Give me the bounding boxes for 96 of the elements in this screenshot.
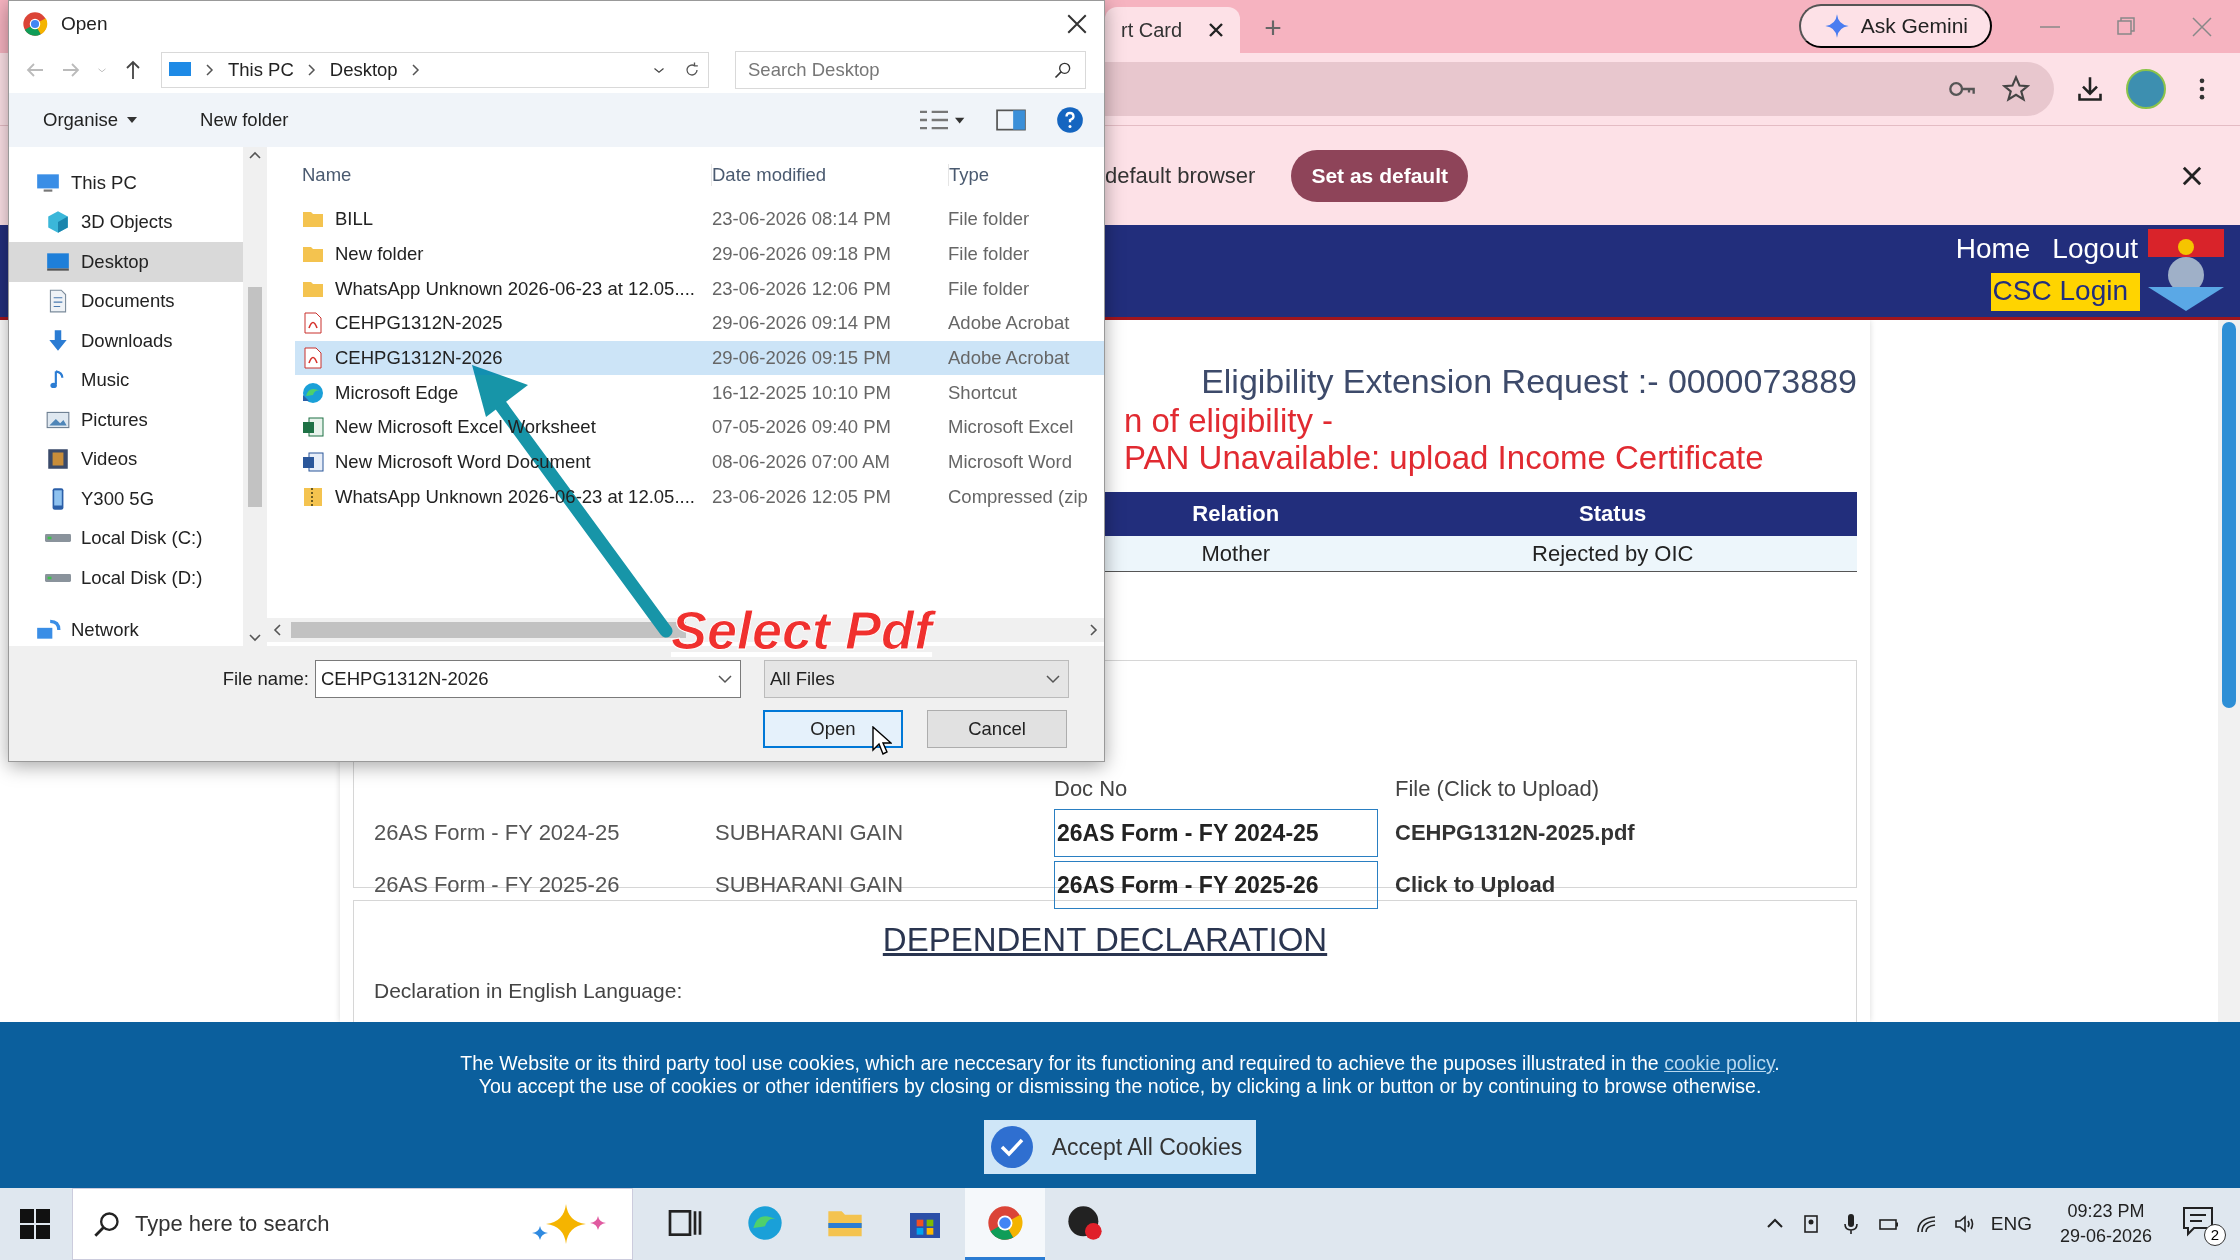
spreadsheet-icon xyxy=(301,415,325,440)
address-field[interactable]: This PC Desktop xyxy=(161,52,709,88)
nav-pane-item[interactable]: Documents xyxy=(9,281,243,321)
column-header[interactable]: Type xyxy=(949,163,990,186)
notice-text: PAN Unavailable: upload Income Certificate xyxy=(1124,439,1765,476)
chevron-right-icon[interactable] xyxy=(411,64,420,76)
breadcrumb[interactable]: This PC xyxy=(228,59,294,81)
file-row[interactable]: New folder 29-06-2026 09:18 PM File folder xyxy=(295,236,1104,272)
search-field[interactable]: Search Desktop xyxy=(735,51,1086,89)
file-row[interactable]: CEHPG1312N-2025 29-06-2026 09:14 PM Adobe Acrobat xyxy=(295,306,1104,341)
request-title: Eligibility Extension Request :- 0000073889 xyxy=(1201,361,1857,402)
taskbar-search-field[interactable]: Type here to search xyxy=(72,1188,633,1260)
star-icon[interactable] xyxy=(2002,75,2030,103)
nav-pane-item[interactable]: 3D Objects xyxy=(9,202,243,242)
ask-gemini-button[interactable]: Ask Gemini xyxy=(1798,3,1992,48)
declaration-label: Declaration in English Language: xyxy=(374,979,684,1003)
table-cell-text: 26AS Form - FY 2024-25 xyxy=(374,820,621,846)
toolbar-button[interactable]: New folder xyxy=(194,108,295,132)
table-cell-text: SUBHARANI GAIN xyxy=(715,820,905,846)
caret-icon[interactable] xyxy=(1046,674,1060,684)
nav-pane-item[interactable]: Local Disk (D:) xyxy=(9,558,243,598)
file-row[interactable]: WhatsApp Unknown 2026-06-23 at 12.05.... 23-06-2026 12:06 PM File folder xyxy=(295,271,1104,307)
browser-tab[interactable]: rt Card xyxy=(1105,7,1241,53)
chevron-right-icon[interactable] xyxy=(206,64,214,76)
cursor-icon xyxy=(872,726,892,756)
file-name-field[interactable]: CEHPG1312N-2026 xyxy=(315,660,741,698)
column-header[interactable]: Date modified xyxy=(712,163,949,186)
file-row[interactable]: Microsoft Edge 16-12-2025 10:10 PM Shortcut xyxy=(295,375,1104,411)
table-cell-text: 26AS Form - FY 2025-26 xyxy=(374,872,621,898)
chevron-left-icon[interactable] xyxy=(273,624,281,636)
upload-link[interactable]: CEHPG1312N-2025.pdf xyxy=(1395,820,1836,846)
chevron-down-icon[interactable] xyxy=(249,634,261,642)
nav-link[interactable]: Home xyxy=(1955,233,2031,265)
doc-no-field[interactable]: 26AS Form - FY 2025-26 xyxy=(1054,861,1378,909)
edge-browser-icon xyxy=(301,380,325,405)
column-header[interactable]: Name xyxy=(267,163,712,186)
infobar-text: default browser xyxy=(1105,162,1256,189)
table-cell: Rejected by OIC xyxy=(1368,536,1857,572)
drive-icon xyxy=(45,572,71,583)
section-heading: DEPENDENT DECLARATION xyxy=(882,921,1328,958)
scrollbar[interactable] xyxy=(243,147,267,646)
nav-link[interactable]: Logout xyxy=(2052,233,2138,265)
caret-icon[interactable] xyxy=(718,674,732,684)
chevron-right-icon[interactable] xyxy=(1090,624,1098,636)
clock[interactable]: 09:23 PM 29-06-2026 xyxy=(2059,1199,2152,1249)
upload-link[interactable]: Click to Upload xyxy=(1395,872,1836,898)
file-row[interactable]: CEHPG1312N-2026 29-06-2026 09:15 PM Adobe Acrobat xyxy=(295,340,1104,376)
dialog-button[interactable]: Cancel xyxy=(927,710,1067,748)
chrome-icon xyxy=(21,10,49,38)
nav-pane-item[interactable]: Network xyxy=(9,610,243,650)
close-icon[interactable] xyxy=(1208,22,1225,38)
file-row[interactable]: BILL 23-06-2026 08:14 PM File folder xyxy=(295,202,1104,237)
toolbar-button[interactable]: Organise xyxy=(37,108,145,132)
cookie-policy-link[interactable]: cookie policy xyxy=(1664,1052,1775,1074)
nav-pane-item[interactable]: Pictures xyxy=(9,400,243,440)
dialog-button[interactable]: Open xyxy=(763,710,903,748)
set-as-default-button[interactable]: Set as default xyxy=(1291,149,1468,202)
download-icon[interactable] xyxy=(2076,75,2104,103)
column-header: File (Click to Upload) xyxy=(1395,776,1601,802)
word-document-icon xyxy=(301,450,325,475)
avatar[interactable] xyxy=(2126,69,2166,109)
windows-start-icon[interactable] xyxy=(20,1209,50,1239)
notification-button[interactable]: 2 xyxy=(2180,1202,2226,1246)
nav-pane-item[interactable]: Videos xyxy=(9,439,243,479)
doc-no-field[interactable]: 26AS Form - FY 2024-25 xyxy=(1054,809,1378,857)
chrome-icon[interactable] xyxy=(965,1188,1045,1260)
language-indicator[interactable]: ENG xyxy=(1990,1213,2032,1235)
checkmark-icon xyxy=(989,1125,1034,1169)
csc-login-link[interactable]: CSC Login xyxy=(1990,273,2140,311)
drive-icon xyxy=(45,533,71,544)
table-cell-text: SUBHARANI GAIN xyxy=(715,872,905,898)
scrollbar[interactable] xyxy=(2218,320,2240,1022)
nav-pane-item[interactable]: Music xyxy=(9,360,243,400)
chevron-right-icon[interactable] xyxy=(307,64,316,76)
chevron-up-icon[interactable] xyxy=(249,151,261,159)
table-cell: Mother xyxy=(1103,536,1369,572)
dialog-title: Open xyxy=(61,13,109,35)
nav-pane-item[interactable]: Downloads xyxy=(9,321,243,361)
nav-pane-item[interactable]: Y300 5G xyxy=(9,479,243,519)
file-type-dropdown[interactable]: All Files xyxy=(764,660,1069,698)
breadcrumb[interactable]: Desktop xyxy=(329,59,398,81)
search-icon xyxy=(93,1210,121,1238)
column-header: Doc No xyxy=(1054,776,1129,802)
pdf-file-icon xyxy=(301,311,325,336)
cube-icon xyxy=(45,209,71,236)
nav-pane-item[interactable]: Local Disk (C:) xyxy=(9,518,243,558)
accept-cookies-button[interactable]: Accept All Cookies xyxy=(983,1120,1257,1174)
nav-pane-item[interactable]: Desktop xyxy=(9,242,243,282)
help-icon[interactable] xyxy=(1056,106,1084,134)
nav-pane-item[interactable]: This PC xyxy=(9,163,243,203)
file-name-label: File name: xyxy=(221,668,310,690)
column-header: Relation xyxy=(1103,492,1369,536)
notice-text: n of eligibility - xyxy=(1124,402,1335,439)
column-header: Status xyxy=(1368,492,1857,536)
cookie-notice: The Website or its third party tool use cookies, which are neccesary for its functioning and required to achieve the puposes illustrated in the cookie policy. You accept the use of cookies or other identifiers by closing or dismissing the notice, by clicking a link or button or by continuing to browse otherwise. xyxy=(460,1052,1780,1098)
pdf-file-icon xyxy=(301,346,325,371)
